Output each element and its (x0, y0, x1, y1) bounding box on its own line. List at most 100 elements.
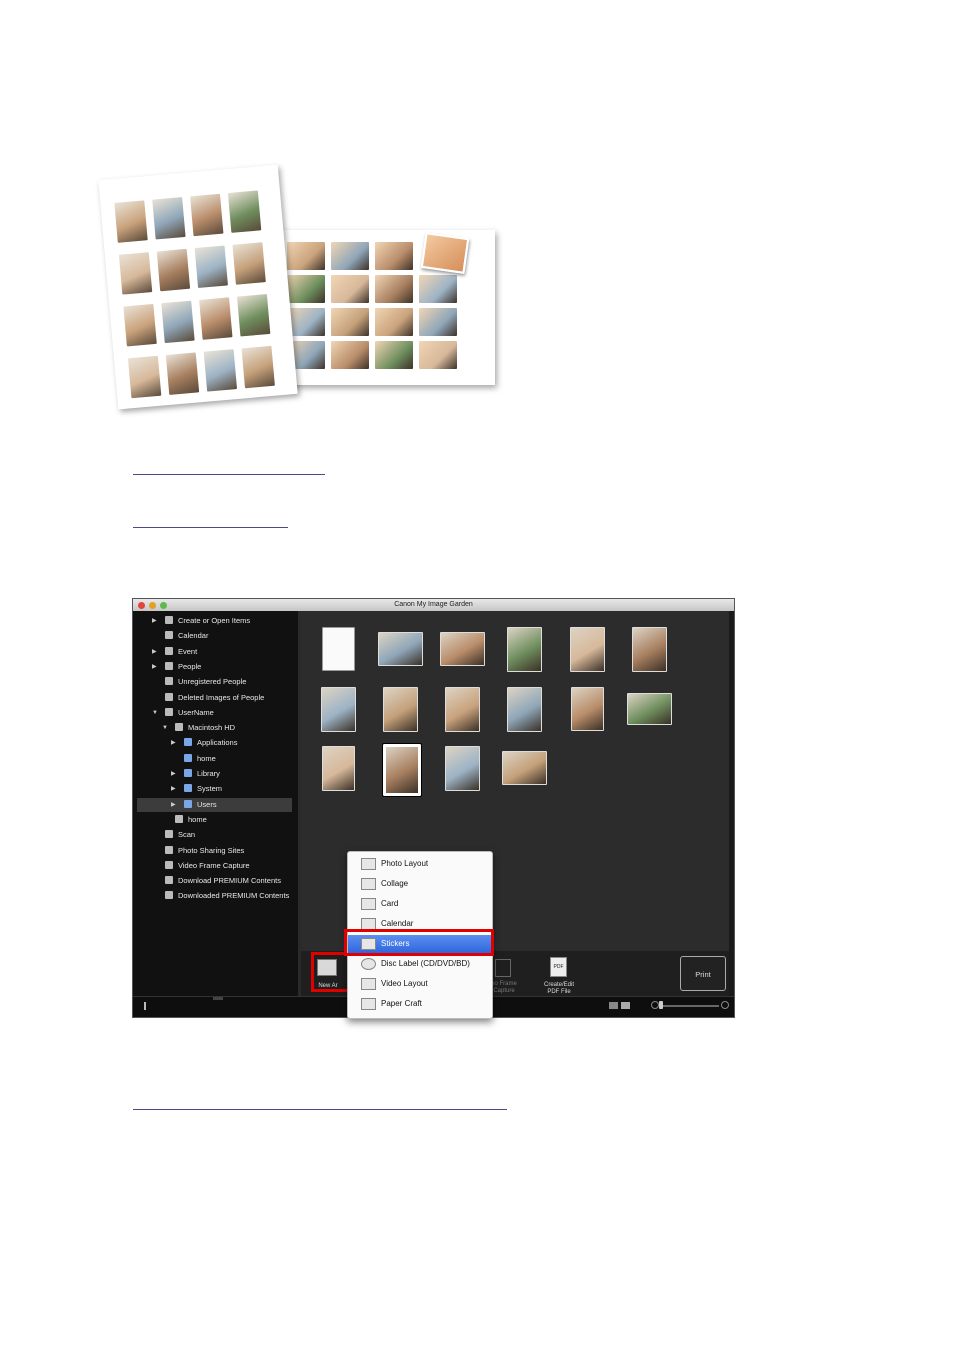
disclosure-open-icon[interactable]: ▼ (162, 721, 168, 735)
sidebar-item-home[interactable]: home (137, 752, 292, 766)
menu-item-label: Card (381, 899, 399, 908)
photo-thumbnail[interactable] (569, 626, 605, 672)
sidebar-item-system[interactable]: ▶ System (137, 782, 292, 796)
menu-item-disc-label-cd-dvd-bd[interactable]: Disc Label (CD/DVD/BD) (348, 955, 492, 973)
photo-thumbnail[interactable] (626, 693, 672, 725)
disclosure-closed-icon[interactable]: ▶ (152, 660, 157, 674)
sidebar-item-username[interactable]: ▼ UserName (137, 706, 292, 720)
sidebar-item-download-premium-contents[interactable]: Download PREMIUM Contents (137, 874, 292, 888)
sidebar-resize-handle[interactable] (213, 997, 223, 1000)
sidebar-item-applications[interactable]: ▶ Applications (137, 736, 292, 750)
sticker-photo (287, 275, 325, 303)
photo-thumbnail[interactable] (501, 751, 547, 785)
new-art-highlight (311, 952, 351, 992)
sticker-photo (241, 345, 275, 389)
video-frame-label-2: Capture (493, 988, 515, 994)
photo-thumbnail[interactable] (439, 632, 485, 666)
photo-thumbnail[interactable] (320, 686, 356, 732)
sidebar-item-library[interactable]: ▶ Library (137, 767, 292, 781)
sidebar-item-label: Scan (178, 830, 196, 840)
create-pdf-label-2: PDF File (547, 989, 571, 995)
scan-icon (165, 830, 173, 839)
menu-item-label: Photo Layout (381, 859, 429, 868)
sticker-photo (331, 341, 369, 369)
folder-icon (184, 769, 192, 777)
photo-thumbnail[interactable] (444, 745, 480, 791)
sidebar-item-people[interactable]: ▶ People (137, 660, 292, 674)
photo-thumbnail[interactable] (377, 632, 423, 666)
sidebar-item-calendar[interactable]: Calendar (137, 629, 292, 643)
sidebar-item-label: Event (178, 646, 198, 656)
photo-thumbnail[interactable] (506, 626, 542, 672)
sidebar-item-video-frame-capture[interactable]: Video Frame Capture (137, 859, 292, 873)
photo-thumbnail[interactable] (444, 686, 480, 732)
sidebar-item-deleted-images-of-people[interactable]: Deleted Images of People (137, 691, 292, 705)
calendar-icon (165, 631, 173, 640)
zoom-slider-thumb[interactable] (659, 1001, 663, 1009)
menu-item-video-layout[interactable]: Video Layout (348, 975, 492, 993)
sidebar-item-scan[interactable]: Scan (137, 828, 292, 842)
sidebar-item-label: home (188, 814, 207, 824)
sidebar-item-downloaded-premium-contents[interactable]: Downloaded PREMIUM Contents (137, 889, 292, 903)
print-button[interactable]: Print (680, 956, 726, 991)
zoom-slider[interactable] (661, 1005, 719, 1007)
zoom-in-icon[interactable] (721, 1001, 729, 1009)
sticker-photo (114, 200, 148, 243)
disclosure-closed-icon[interactable]: ▶ (152, 645, 157, 659)
photo-thumbnail[interactable] (321, 627, 355, 671)
menu-item-label: Collage (381, 879, 409, 888)
photo-layout-icon (361, 858, 376, 870)
list-view-icon[interactable] (609, 1002, 618, 1009)
menu-item-card[interactable]: Card (348, 895, 492, 913)
folder-icon (184, 799, 192, 808)
info-icon[interactable] (144, 1002, 146, 1010)
sidebar-item-photo-sharing-sites[interactable]: Photo Sharing Sites (137, 844, 292, 858)
sidebar-item-unregistered-people[interactable]: Unregistered People (137, 675, 292, 689)
photo-thumbnail[interactable] (506, 686, 542, 732)
disclosure-closed-icon[interactable]: ▶ (171, 736, 176, 750)
sidebar-item-label: Calendar (178, 631, 209, 641)
menu-item-paper-craft[interactable]: Paper Craft (348, 995, 492, 1013)
grid-view-icon[interactable] (621, 1002, 630, 1009)
sidebar-item-users[interactable]: ▶ Users (137, 797, 292, 812)
create-pdf-label-1: Create/Edit (543, 982, 574, 988)
sticker-photo (156, 248, 191, 292)
photo-thumbnail[interactable] (631, 626, 667, 672)
menu-item-label: Video Layout (381, 979, 428, 988)
collage-icon (361, 878, 376, 890)
create-icon (165, 616, 173, 624)
menu-item-collage[interactable]: Collage (348, 875, 492, 893)
photo-thumbnail[interactable] (382, 743, 422, 797)
sidebar-item-home[interactable]: home (137, 813, 292, 827)
computer-icon (165, 707, 173, 716)
create-edit-pdf-button[interactable]: PDF Create/Edit PDF File (537, 955, 581, 995)
video-icon (165, 860, 173, 869)
disclosure-closed-icon[interactable]: ▶ (171, 798, 176, 812)
photo-thumbnail[interactable] (321, 745, 355, 791)
event-icon (165, 646, 173, 655)
folder-icon (184, 784, 192, 793)
sidebar-item-create-or-open-items[interactable]: ▶ Create or Open Items (137, 614, 292, 628)
video-frame-capture-button[interactable]: eo Frame Capture (489, 957, 519, 994)
sticker-photo (375, 341, 413, 369)
sticker-photo (165, 352, 200, 395)
scrollbar[interactable] (729, 611, 734, 996)
sidebar-item-label: People (178, 661, 202, 671)
disclosure-closed-icon[interactable]: ▶ (171, 767, 176, 781)
video-layout-icon (361, 978, 376, 990)
sticker-photo (227, 190, 262, 233)
sidebar-item-event[interactable]: ▶ Event (137, 645, 292, 659)
disclosure-closed-icon[interactable]: ▶ (171, 782, 176, 796)
photo-thumbnail[interactable] (382, 686, 418, 732)
disclosure-closed-icon[interactable]: ▶ (152, 614, 157, 628)
sidebar-item-label: UserName (178, 707, 214, 717)
disclosure-open-icon[interactable]: ▼ (152, 706, 158, 720)
sidebar-item-macintosh-hd[interactable]: ▼ Macintosh HD (137, 721, 292, 735)
sidebar: ▶ Create or Open Items Calendar ▶ Event ▶ Peop… (133, 611, 298, 996)
photo-thumbnail[interactable] (570, 687, 604, 731)
video-frame-icon (495, 959, 511, 977)
sidebar-item-label: Video Frame Capture (178, 860, 250, 870)
menu-item-photo-layout[interactable]: Photo Layout (348, 855, 492, 873)
portrait-sticker-sheet (98, 164, 298, 410)
zoom-out-icon[interactable] (651, 1001, 659, 1009)
